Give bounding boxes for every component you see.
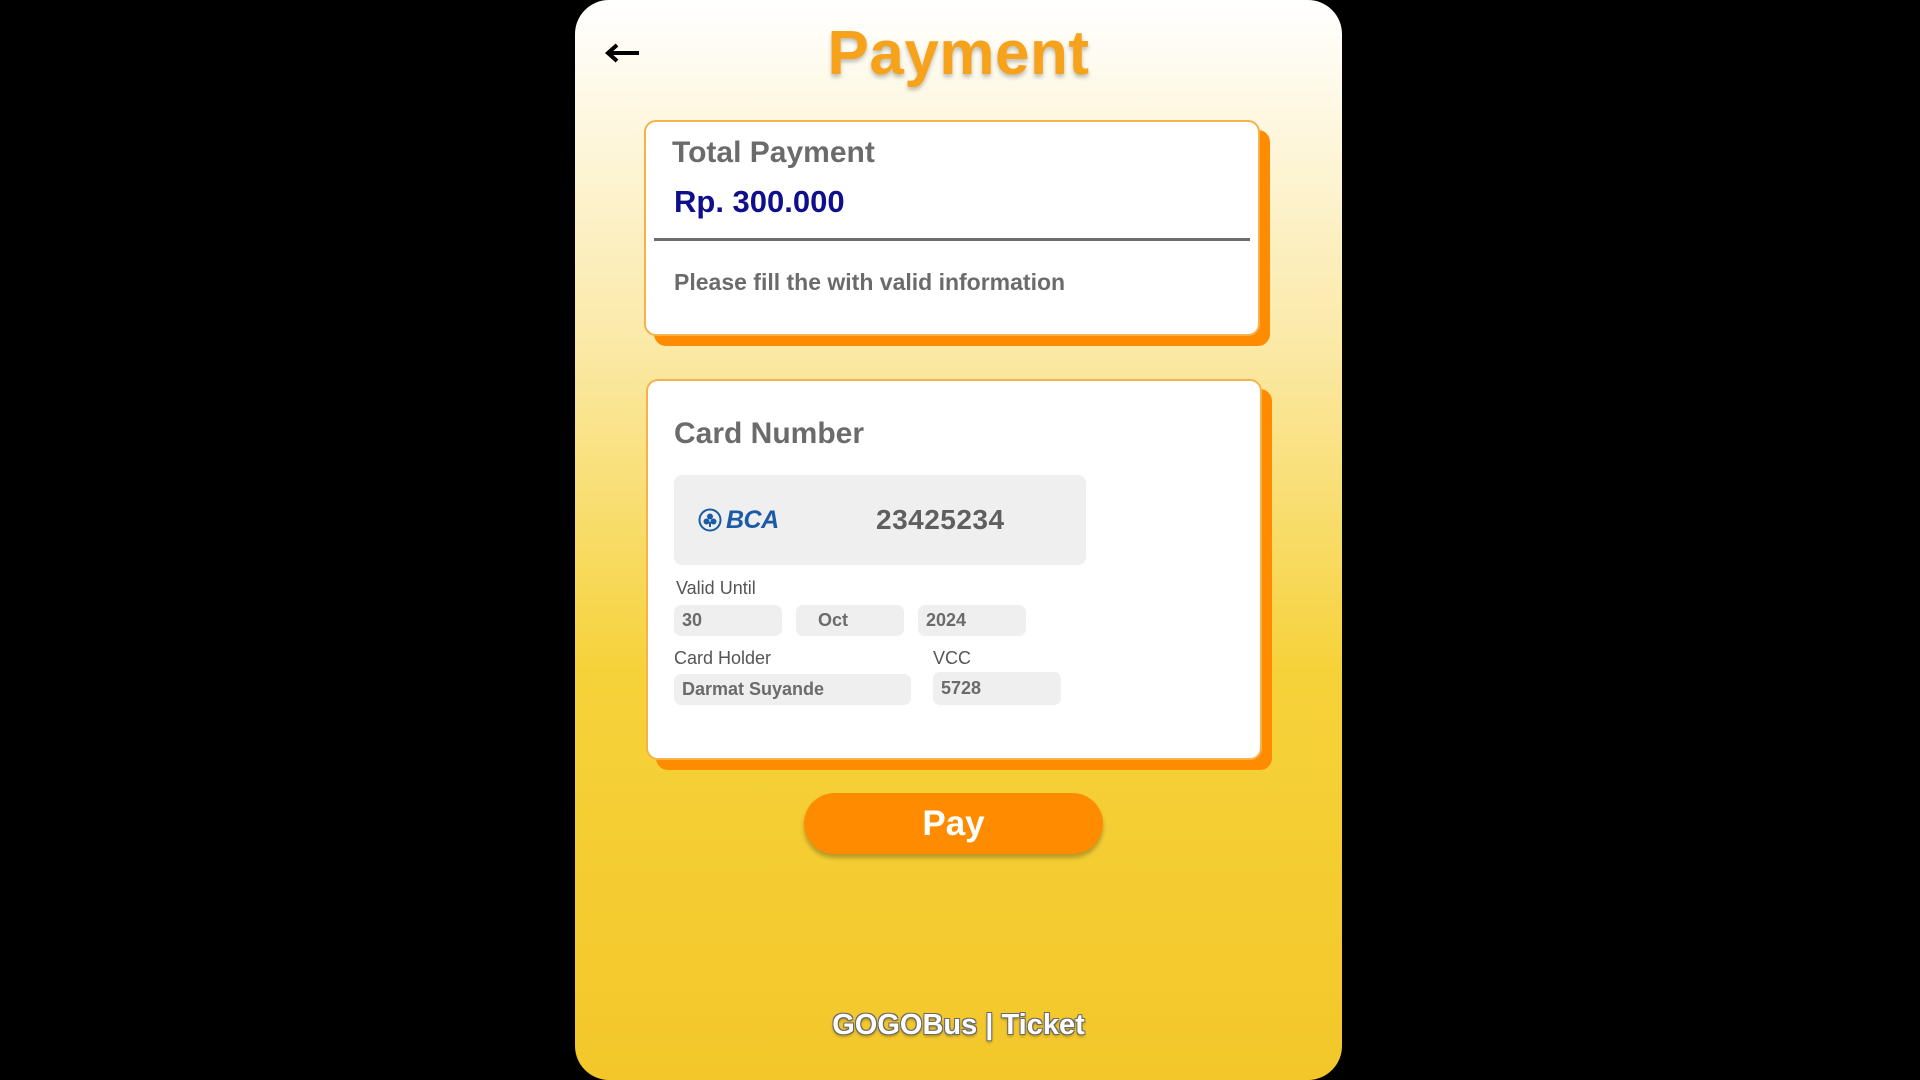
valid-year-field[interactable]: 2024: [918, 605, 1026, 636]
divider: [654, 238, 1250, 241]
bank-emblem-icon: [698, 508, 722, 532]
bank-name: BCA: [726, 505, 779, 534]
total-payment-card: Total Payment Rp. 300.000 Please fill th…: [644, 120, 1260, 336]
valid-month-field[interactable]: Oct: [796, 605, 904, 636]
vcc-field[interactable]: 5728: [933, 672, 1061, 705]
total-payment-label: Total Payment: [672, 136, 875, 169]
card-details-card: Card Number BCA 23425234 Valid Until 30 …: [646, 379, 1262, 760]
bank-logo: BCA: [698, 506, 779, 534]
valid-until-label: Valid Until: [676, 578, 756, 598]
payment-screen: Payment Total Payment Rp. 300.000 Please…: [575, 0, 1342, 1080]
card-number-label: Card Number: [674, 417, 865, 450]
card-holder-label: Card Holder: [674, 648, 772, 668]
vcc-label: VCC: [933, 648, 972, 668]
pay-button[interactable]: Pay: [804, 793, 1103, 854]
valid-day-field[interactable]: 30: [674, 605, 782, 636]
card-number-field[interactable]: BCA 23425234: [674, 475, 1086, 565]
card-number-value: 23425234: [876, 504, 1005, 535]
footer-brand: GOGOBus | Ticket: [832, 1009, 1085, 1041]
instruction-text: Please fill the with valid information: [674, 269, 1066, 295]
card-holder-field[interactable]: Darmat Suyande: [674, 674, 911, 705]
total-payment-amount: Rp. 300.000: [674, 184, 845, 219]
page-title: Payment: [827, 19, 1090, 88]
